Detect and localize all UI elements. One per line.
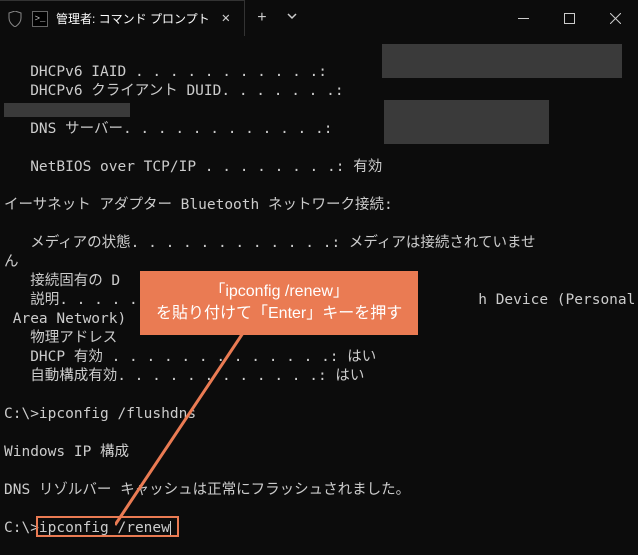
output-line: DHCP 有効 . . . . . . . . . . . . .: はい [4,349,376,365]
tab-close-button[interactable]: ✕ [218,10,234,27]
output-line: DHCPv6 クライアント DUID. . . . . . .: [4,83,344,99]
output-line: 自動構成有効. . . . . . . . . . . .: はい [4,368,364,384]
current-command: ipconfig /renew [39,520,170,536]
redacted-area [382,44,622,78]
output-line: ん [4,254,19,270]
annotation-callout: 「ipconfig /renew」 を貼り付けて「Enter」キーを押す [140,271,418,335]
admin-shield-icon [6,9,24,29]
output-line: 物理アドレス [4,330,117,346]
output-line: DHCPv6 IAID . . . . . . . . . . .: [4,64,327,80]
output-line: メディアの状態. . . . . . . . . . . .: メディアは接続さ… [4,235,536,251]
output-line: Windows IP 構成 [4,444,129,460]
window-titlebar: >_ 管理者: コマンド プロンプト ✕ + [0,0,638,36]
minimize-button[interactable] [500,0,546,36]
output-line: 説明. . . . . [4,292,138,308]
tab-title: 管理者: コマンド プロンプト [56,10,210,27]
redacted-area [4,103,130,117]
text-cursor [170,521,171,536]
cmd-icon: >_ [32,11,48,27]
callout-text-line1: 「ipconfig /renew」 [156,281,402,303]
terminal-tab[interactable]: >_ 管理者: コマンド プロンプト ✕ [0,0,245,36]
output-line: DNS サーバー. . . . . . . . . . . .: [4,121,332,137]
tab-dropdown-button[interactable] [279,11,305,25]
new-tab-button[interactable]: + [245,9,279,27]
callout-text-line2: を貼り付けて「Enter」キーを押す [156,303,402,325]
output-line: NetBIOS over TCP/IP . . . . . . . .: 有効 [4,159,382,175]
output-line: C:\>ipconfig /flushdns [4,406,196,422]
prompt: C:\> [4,520,39,536]
output-line: イーサネット アダプター Bluetooth ネットワーク接続: [4,197,393,213]
redacted-area [384,100,549,144]
output-line: Area Network) [4,311,126,327]
output-line: 接続固有の D [4,273,120,289]
output-line: h Device (Personal [478,292,635,308]
close-window-button[interactable] [592,0,638,36]
maximize-button[interactable] [546,0,592,36]
output-line: DNS リゾルバー キャッシュは正常にフラッシュされました。 [4,482,410,498]
